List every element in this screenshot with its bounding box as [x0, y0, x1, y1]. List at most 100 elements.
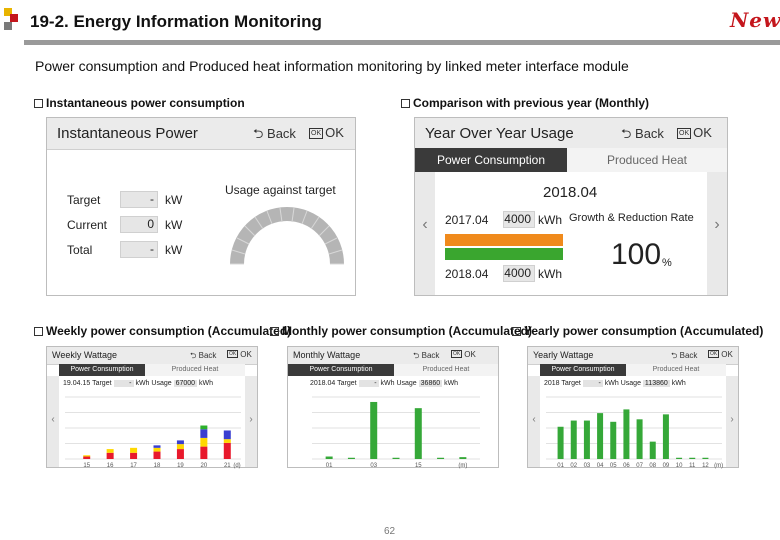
weekly-bar-segment [130, 452, 138, 459]
usage-value: 36860 [418, 380, 443, 387]
next-arrow-button[interactable]: › [726, 376, 738, 467]
prev-arrow-button[interactable]: ‹ [415, 172, 435, 295]
usage-label: Usage [620, 380, 641, 387]
x-tick-label: 12 [702, 463, 709, 469]
ok-button[interactable]: OK OK [451, 350, 476, 359]
new-badge: New [730, 8, 780, 32]
checkbox-icon [34, 327, 43, 336]
weekly-bar-segment [153, 447, 161, 452]
back-icon: ⮌ [621, 126, 636, 141]
page-number: 62 [384, 526, 396, 537]
section-weekly: Weekly power consumption (Accumulated) [34, 324, 291, 338]
total-value: - [120, 241, 158, 258]
tab-produced-heat[interactable]: Produced Heat [394, 364, 498, 376]
prev-arrow-button[interactable]: ‹ [528, 376, 540, 467]
x-tick-label: 15 [83, 463, 90, 469]
yearly-bar [623, 409, 630, 459]
ok-button[interactable]: OK OK [227, 350, 252, 359]
x-tick-label: (m) [458, 463, 467, 469]
checkbox-icon [512, 327, 521, 336]
yearly-bar [583, 420, 590, 459]
target-unit: kWh [380, 380, 395, 387]
weekly-bar-segment [200, 437, 208, 447]
target-label: Target [67, 193, 101, 207]
panel-header: Year Over Year Usage ⮌ Back OK OK [415, 118, 727, 150]
current-label: Current [67, 218, 108, 232]
ok-button[interactable]: OK OK [677, 125, 712, 140]
company-logo [4, 8, 18, 32]
prev-arrow-button[interactable]: ‹ [47, 376, 59, 467]
monthly-bar [414, 408, 422, 459]
next-arrow-button[interactable]: › [245, 376, 257, 467]
ok-button[interactable]: OK OK [309, 125, 344, 140]
x-tick-label: 01 [557, 463, 564, 469]
usage-label: Usage [151, 380, 172, 387]
x-tick-label: 05 [610, 463, 617, 469]
total-unit: kW [165, 243, 183, 257]
section-monthly: Monthly power consumption (Accumulated) [270, 324, 532, 338]
monthly-bar [437, 457, 445, 459]
prev-year-date: 2017.04 [445, 213, 489, 227]
panel-title: Instantaneous Power [57, 125, 198, 142]
ok-icon: OK [677, 128, 692, 139]
yearly-summary-row: 2018 Target - kWh Usage 113860 kWh [544, 380, 686, 387]
x-tick-label: 20 [201, 463, 208, 469]
instant-power-panel: Instantaneous Power ⮌ Back OK OK Target -… [46, 117, 356, 296]
x-tick-label: 01 [326, 463, 333, 469]
tab-power-consumption[interactable]: Power Consumption [415, 148, 567, 172]
back-icon: ⮌ [253, 126, 268, 141]
tab-produced-heat[interactable]: Produced Heat [145, 364, 245, 376]
usage-value: 113860 [642, 380, 670, 387]
back-icon: ⮌ [413, 351, 422, 360]
weekly-bar-segment [176, 444, 184, 450]
next-arrow-button[interactable]: › [707, 172, 727, 295]
checkbox-icon [34, 99, 43, 108]
current-year-date: 2018.04 [445, 267, 489, 281]
back-button[interactable]: ⮌ Back [621, 125, 664, 147]
yearly-wattage-panel: Yearly Wattage ⮌ Back OK OK Power Consump… [527, 346, 739, 469]
yearly-bar [649, 441, 656, 459]
back-button[interactable]: ⮌ Back [253, 125, 296, 147]
back-icon: ⮌ [190, 351, 199, 360]
panel-header: Yearly Wattage ⮌ Back OK OK [528, 347, 738, 365]
ok-button[interactable]: OK OK [708, 350, 733, 359]
yearly-bar [597, 413, 604, 459]
section-comparison: Comparison with previous year (Monthly) [401, 96, 649, 110]
yearly-bar [676, 457, 683, 459]
monthly-bar [347, 457, 355, 459]
checkbox-icon [270, 327, 279, 336]
x-tick-label: 19 [177, 463, 184, 469]
prev-year-bar [445, 234, 563, 246]
tab-power-consumption[interactable]: Power Consumption [59, 364, 145, 376]
target-unit: kWh [135, 380, 150, 387]
x-tick-label: 18 [154, 463, 161, 469]
weekly-bar-segment [106, 449, 114, 453]
usage-unit: kWh [199, 380, 214, 387]
weekly-bar-segment [200, 425, 208, 430]
target-label: Target [92, 380, 112, 387]
x-tick-label: 21 [224, 463, 231, 469]
weekly-bar-segment [200, 429, 208, 438]
ok-icon: OK [451, 350, 463, 358]
back-button[interactable]: ⮌ Back [190, 350, 216, 364]
tab-power-consumption[interactable]: Power Consumption [540, 364, 626, 376]
tab-produced-heat[interactable]: Produced Heat [567, 148, 727, 172]
panel-title: Yearly Wattage [533, 350, 594, 360]
x-tick-label: 16 [107, 463, 114, 469]
yearly-bar [636, 419, 643, 459]
back-button[interactable]: ⮌ Back [671, 350, 697, 364]
x-tick-label: (m) [714, 463, 723, 469]
monthly-summary-row: 2018.04 Target - kWh Usage 36860 kWh [310, 380, 458, 387]
tab-bar: Power Consumption Produced Heat [415, 148, 727, 172]
target-unit: kW [165, 193, 183, 207]
monthly-bar [370, 401, 378, 459]
tab-power-consumption[interactable]: Power Consumption [288, 364, 394, 376]
panel-title: Monthly Wattage [293, 350, 361, 360]
weekly-bar-segment [223, 430, 231, 440]
tab-produced-heat[interactable]: Produced Heat [626, 364, 726, 376]
weekly-summary-row: 19.04.15 Target - kWh Usage 67000 kWh [63, 380, 213, 387]
target-value: - [358, 380, 379, 387]
back-button[interactable]: ⮌ Back [413, 350, 439, 364]
back-icon: ⮌ [671, 351, 680, 360]
weekly-bar-segment [223, 442, 231, 459]
